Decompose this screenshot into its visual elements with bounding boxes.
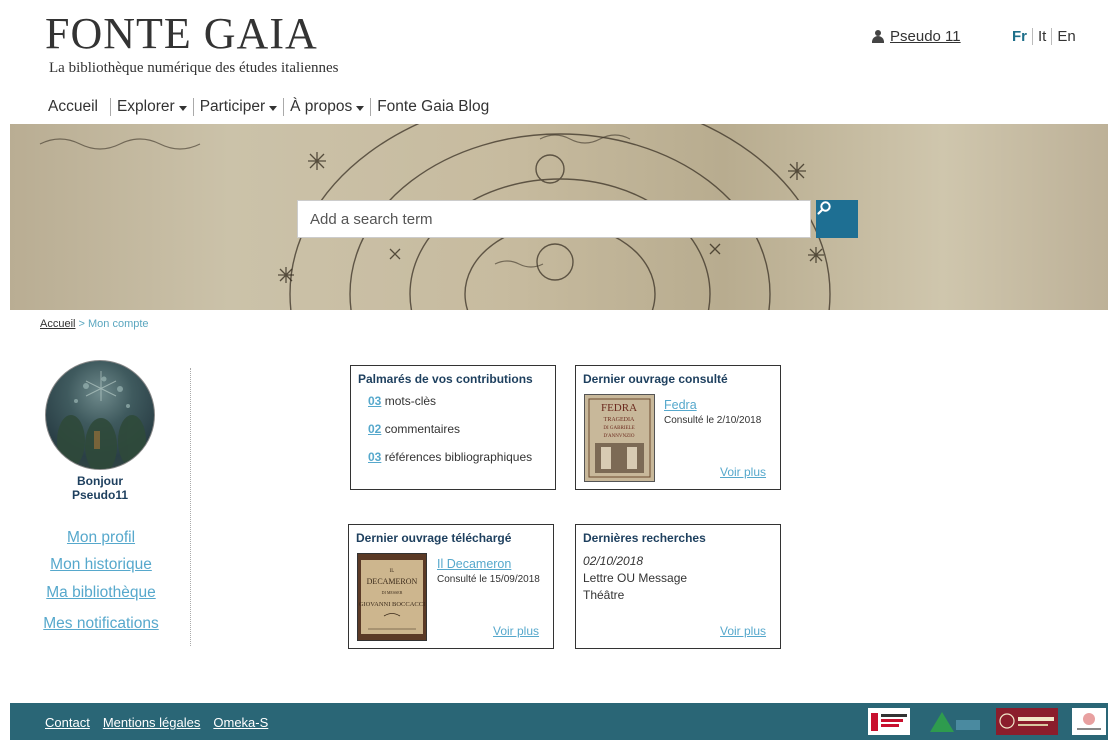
user-menu[interactable]: Pseudo 11: [872, 28, 961, 45]
book-cover-fedra[interactable]: FEDRA TRAGEDIA DI GABRIELE D'ANNVNZIO: [584, 394, 655, 482]
logo-title: FONTE GAIA: [45, 9, 318, 58]
greeting: Bonjour Pseudo11: [45, 474, 155, 502]
card-title: Dernier ouvrage consulté: [583, 372, 728, 386]
caret-down-icon: [178, 105, 187, 111]
nav-item-accueil[interactable]: Accueil: [48, 98, 110, 116]
footer: Contact Mentions légales Omeka-S: [10, 703, 1108, 740]
partner-logo-msh[interactable]: [926, 708, 984, 735]
sidebar-link-notifications[interactable]: Mes notifications: [40, 608, 162, 640]
search-input[interactable]: Add a search term: [297, 200, 811, 238]
voir-plus-link[interactable]: Voir plus: [720, 624, 766, 638]
search-query[interactable]: Théâtre: [583, 588, 773, 602]
sidebar-link-bibliotheque[interactable]: Ma bibliothèque: [40, 578, 162, 608]
greeting-username: Pseudo11: [71, 488, 129, 502]
svg-text:GIOVANNI BOCCACCI: GIOVANNI BOCCACCI: [359, 601, 426, 608]
search-query[interactable]: Lettre OU Message: [583, 571, 773, 585]
svg-text:DI MESSER: DI MESSER: [382, 590, 403, 595]
partner-logo-image: [1077, 713, 1101, 730]
stat-row: 03 références bibliographiques: [368, 450, 548, 464]
book-downloaded-date: Consulté le 15/09/2018: [437, 574, 540, 585]
book-viewed-date: Consulté le 2/10/2018: [664, 415, 762, 426]
logo-subtitle: La bibliothèque numérique des études ita…: [49, 60, 339, 76]
lang-fr[interactable]: Fr: [1012, 28, 1032, 45]
site-logo[interactable]: FONTE GAIA La bibliothèque numérique des…: [45, 10, 339, 77]
nav-label: Explorer: [116, 98, 175, 115]
partner-logo-image: [871, 713, 907, 731]
lang-en[interactable]: En: [1051, 28, 1080, 45]
partner-logo-image: [930, 712, 980, 732]
nav-item-participer[interactable]: Participer: [192, 98, 283, 116]
sidebar-link-profil[interactable]: Mon profil: [40, 524, 162, 551]
caret-down-icon: [356, 105, 365, 111]
contributions-card: Palmarés de vos contributions 03 mots-cl…: [350, 365, 556, 490]
stat-count-link[interactable]: 03: [368, 450, 381, 464]
account-sidebar-links: Mon profil Mon historique Ma bibliothèqu…: [40, 524, 162, 640]
search-date: 02/10/2018: [583, 554, 644, 568]
footer-links: Contact Mentions légales Omeka-S: [45, 715, 268, 730]
breadcrumb-current: Mon compte: [88, 318, 149, 330]
book-cover-illustration: IL DECAMERON DI MESSER GIOVANNI BOCCACCI: [359, 560, 426, 634]
svg-text:D'ANNVNZIO: D'ANNVNZIO: [604, 434, 635, 439]
search-button[interactable]: [816, 200, 858, 238]
card-title: Dernier ouvrage téléchargé: [356, 531, 512, 545]
nav-item-explorer[interactable]: Explorer: [109, 98, 193, 116]
svg-text:DI GABRIELE: DI GABRIELE: [603, 426, 634, 431]
last-searches-card: Dernières recherches 02/10/2018 Lettre O…: [575, 524, 781, 649]
breadcrumb: Accueil > Mon compte: [40, 318, 149, 330]
voir-plus-link[interactable]: Voir plus: [493, 624, 539, 638]
card-title: Palmarés de vos contributions: [358, 372, 533, 386]
book-cover-decameron[interactable]: IL DECAMERON DI MESSER GIOVANNI BOCCACCI: [357, 553, 427, 641]
nav-label: Fonte Gaia Blog: [377, 98, 490, 115]
language-switcher: Fr It En: [1012, 28, 1081, 45]
book-title-link[interactable]: Fedra: [664, 398, 697, 412]
search-icon: [817, 201, 831, 215]
last-downloaded-card: Dernier ouvrage téléchargé IL DECAMERON …: [348, 524, 554, 649]
footer-link-contact[interactable]: Contact: [45, 715, 90, 730]
svg-text:FEDRA: FEDRA: [601, 402, 637, 414]
stat-label: mots-clès: [384, 394, 437, 408]
breadcrumb-home-link[interactable]: Accueil: [40, 318, 75, 330]
footer-link-mentions[interactable]: Mentions légales: [103, 715, 201, 730]
partner-logo-grenoble[interactable]: [868, 708, 910, 735]
lang-it[interactable]: It: [1032, 28, 1051, 45]
greeting-line: Bonjour: [77, 474, 123, 488]
sidebar-link-historique[interactable]: Mon historique: [40, 551, 162, 578]
svg-text:TRAGEDIA: TRAGEDIA: [604, 417, 635, 423]
avatar: [45, 360, 155, 470]
sidebar-divider: [190, 368, 191, 646]
user-icon: [872, 30, 884, 43]
caret-down-icon: [269, 105, 278, 111]
card-title: Dernières recherches: [583, 531, 706, 545]
nav-label: À propos: [290, 98, 353, 115]
book-cover-illustration: FEDRA TRAGEDIA DI GABRIELE D'ANNVNZIO: [588, 398, 651, 478]
partner-logo-sapienza[interactable]: [996, 708, 1058, 735]
book-title-link[interactable]: Il Decameron: [437, 557, 511, 571]
last-viewed-card: Dernier ouvrage consulté FEDRA TRAGEDIA …: [575, 365, 781, 490]
nav-label: Participer: [199, 98, 266, 115]
stat-count-link[interactable]: 02: [368, 422, 381, 436]
nav-label: Accueil: [48, 98, 98, 115]
stat-label: commentaires: [384, 422, 461, 436]
stat-count-link[interactable]: 03: [368, 394, 381, 408]
avatar-illustration: [57, 371, 146, 469]
nav-item-blog[interactable]: Fonte Gaia Blog: [370, 98, 495, 116]
footer-link-omeka[interactable]: Omeka-S: [213, 715, 268, 730]
nav-item-a-propos[interactable]: À propos: [283, 98, 370, 116]
stat-row: 03 mots-clès: [368, 394, 548, 408]
breadcrumb-separator: >: [75, 318, 89, 330]
svg-text:DECAMERON: DECAMERON: [367, 577, 418, 586]
svg-text:IL: IL: [390, 569, 395, 574]
voir-plus-link[interactable]: Voir plus: [720, 465, 766, 479]
main-nav: Accueil Explorer Participer À propos Fon…: [48, 98, 495, 116]
stat-row: 02 commentaires: [368, 422, 548, 436]
partner-logo-image: [999, 713, 1054, 729]
partner-logo-ministero[interactable]: [1072, 708, 1106, 735]
user-name-link[interactable]: Pseudo 11: [890, 28, 961, 45]
stat-label: références bibliographiques: [384, 450, 533, 464]
hero-banner: Add a search term: [10, 124, 1108, 310]
